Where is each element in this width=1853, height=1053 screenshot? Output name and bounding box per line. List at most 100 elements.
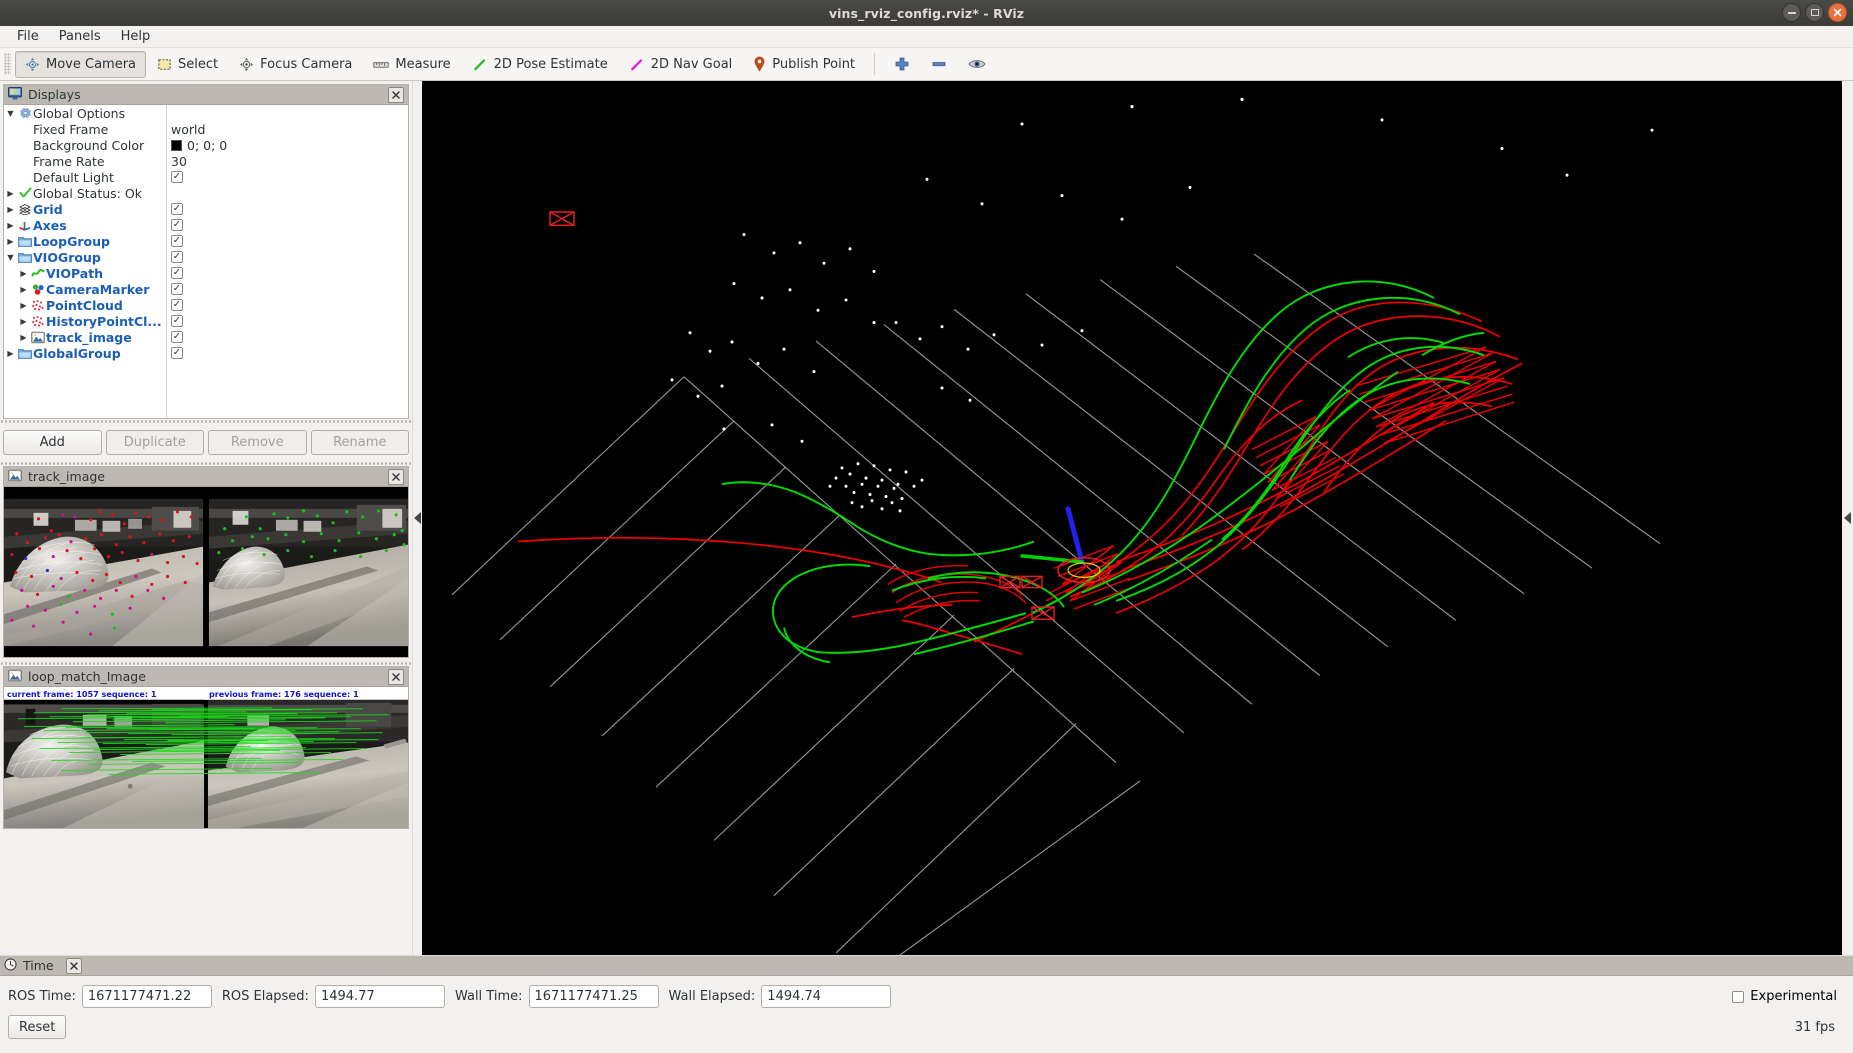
toolbar-grip[interactable] [4, 53, 11, 75]
collapse-right-arrow-icon[interactable] [1844, 512, 1851, 524]
focus-camera-icon [239, 57, 254, 72]
tree-row-viopath[interactable]: ▶ VIOPath ✓ [4, 265, 408, 281]
loop-match-panel-titlebar: loop_match_Image [4, 667, 408, 687]
tree-row-fixed-frame[interactable]: Fixed Frame world [4, 121, 408, 137]
loop-match-image-canvas[interactable]: current frame: 1057 sequence: 1 previous… [4, 687, 408, 828]
wall-elapsed-field-group: Wall Elapsed: [669, 985, 892, 1008]
tree-row-frame-rate[interactable]: Frame Rate 30 [4, 153, 408, 169]
remove-button[interactable]: Remove [208, 430, 307, 455]
background-color-value[interactable]: 0; 0; 0 [187, 138, 227, 153]
twisty-right-icon[interactable]: ▶ [17, 269, 30, 278]
maximize-icon[interactable] [1805, 3, 1824, 22]
twisty-down-icon[interactable]: ▼ [4, 253, 17, 262]
minimize-icon[interactable] [1782, 3, 1801, 22]
toolbar-separator [874, 53, 876, 75]
twisty-right-icon[interactable]: ▶ [17, 301, 30, 310]
twisty-right-icon[interactable]: ▶ [4, 221, 17, 230]
twisty-right-icon[interactable]: ▶ [4, 189, 17, 198]
axes-checkbox[interactable]: ✓ [171, 219, 183, 231]
cameramarker-checkbox[interactable]: ✓ [171, 283, 183, 295]
globalgroup-checkbox[interactable]: ✓ [171, 347, 183, 359]
plus-icon[interactable] [884, 51, 920, 78]
tree-column-splitter[interactable] [166, 105, 167, 418]
fixed-frame-value[interactable]: world [171, 122, 205, 137]
tree-row-globalgroup[interactable]: ▶ GlobalGroup ✓ [4, 345, 408, 361]
tree-row-global-options[interactable]: ▼ Global Options [4, 105, 408, 121]
loop-match-panel-close-button[interactable] [388, 668, 404, 685]
loop-match-image-body[interactable]: current frame: 1057 sequence: 1 previous… [4, 687, 408, 828]
menu-help[interactable]: Help [112, 27, 160, 46]
right-dock-splitter[interactable] [1842, 81, 1853, 955]
pose-estimate-button[interactable]: 2D Pose Estimate [462, 51, 618, 78]
menu-panels[interactable]: Panels [50, 27, 110, 46]
displays-tree[interactable]: ▼ Global Options Fixed Frame world Backg… [4, 105, 408, 418]
loopgroup-checkbox[interactable]: ✓ [171, 235, 183, 247]
viopath-checkbox[interactable]: ✓ [171, 267, 183, 279]
track-image-body[interactable] [4, 487, 408, 657]
tree-row-grid[interactable]: ▶ Grid ✓ [4, 201, 408, 217]
tree-row-cameramarker[interactable]: ▶ CameraMarker ✓ [4, 281, 408, 297]
move-camera-icon [25, 57, 40, 72]
track-image-panel-close-button[interactable] [388, 468, 404, 485]
pointcloud-checkbox[interactable]: ✓ [171, 299, 183, 311]
ros-elapsed-input[interactable] [314, 985, 445, 1008]
twisty-right-icon[interactable]: ▶ [17, 317, 30, 326]
tree-row-viogroup[interactable]: ▼ VIOGroup ✓ [4, 249, 408, 265]
rename-button[interactable]: Rename [310, 430, 409, 455]
twisty-right-icon[interactable]: ▶ [17, 333, 30, 342]
eye-icon[interactable] [958, 51, 996, 78]
wall-time-input[interactable] [528, 985, 659, 1008]
grid-checkbox[interactable]: ✓ [171, 203, 183, 215]
experimental-checkbox[interactable] [1732, 990, 1745, 1003]
frame-rate-value[interactable]: 30 [171, 154, 187, 169]
render-viewport-3d[interactable] [422, 81, 1842, 955]
loop-overlay-left-text: current frame: 1057 sequence: 1 [7, 689, 157, 699]
nav-goal-button[interactable]: 2D Nav Goal [619, 51, 743, 78]
tree-row-pointcloud[interactable]: ▶ PointCloud ✓ [4, 297, 408, 313]
tree-label: VIOGroup [33, 249, 101, 265]
duplicate-button[interactable]: Duplicate [105, 430, 204, 455]
collapse-left-arrow-icon[interactable] [414, 512, 421, 524]
pointcloud-icon [30, 298, 46, 312]
focus-camera-button[interactable]: Focus Camera [229, 51, 362, 78]
displays-panel-close-button[interactable] [388, 86, 404, 103]
displays-tree-body[interactable]: ▼ Global Options Fixed Frame world Backg… [4, 105, 408, 418]
historypointcloud-checkbox[interactable]: ✓ [171, 315, 183, 327]
minus-icon[interactable] [921, 51, 957, 78]
time-panel: Time ROS Time: ROS Elapsed: Wall Time: W… [0, 955, 1853, 1053]
select-button[interactable]: Select [147, 51, 228, 78]
twisty-right-icon[interactable]: ▶ [4, 205, 17, 214]
left-dock-splitter[interactable] [412, 81, 422, 955]
tree-row-historypointcloud[interactable]: ▶ HistoryPointCl... ✓ [4, 313, 408, 329]
tree-row-axes[interactable]: ▶ Axes ✓ [4, 217, 408, 233]
tree-row-default-light[interactable]: Default Light ✓ [4, 169, 408, 185]
viogroup-checkbox[interactable]: ✓ [171, 251, 183, 263]
twisty-down-icon[interactable]: ▼ [4, 109, 17, 118]
tree-row-loopgroup[interactable]: ▶ LoopGroup ✓ [4, 233, 408, 249]
reset-button[interactable]: Reset [8, 1015, 67, 1039]
wall-elapsed-input[interactable] [761, 985, 892, 1008]
folder-icon [17, 346, 33, 360]
default-light-checkbox[interactable]: ✓ [171, 171, 183, 183]
tree-row-background-color[interactable]: Background Color 0; 0; 0 [4, 137, 408, 153]
tree-row-global-status[interactable]: ▶ Global Status: Ok [4, 185, 408, 201]
select-label: Select [178, 56, 219, 72]
menu-file[interactable]: File [8, 27, 48, 46]
time-panel-close-button[interactable] [65, 957, 82, 974]
track-image-canvas[interactable] [4, 487, 408, 657]
close-icon[interactable] [1828, 3, 1847, 22]
loop-match-panel-title: loop_match_Image [28, 669, 146, 684]
background-color-swatch[interactable] [171, 139, 182, 151]
ros-time-input[interactable] [81, 985, 212, 1008]
measure-button[interactable]: Measure [363, 51, 460, 78]
twisty-right-icon[interactable]: ▶ [4, 349, 17, 358]
twisty-right-icon[interactable]: ▶ [17, 285, 30, 294]
add-button[interactable]: Add [3, 430, 102, 455]
tree-row-track-image[interactable]: ▶ track_image ✓ [4, 329, 408, 345]
move-camera-button[interactable]: Move Camera [15, 50, 147, 78]
twisty-right-icon[interactable]: ▶ [4, 237, 17, 246]
publish-point-button[interactable]: Publish Point [743, 51, 865, 78]
main-body: Displays ▼ Global Options Fixed Frame wo… [0, 81, 1853, 955]
track-image-checkbox[interactable]: ✓ [171, 331, 183, 343]
path-icon [30, 266, 46, 280]
